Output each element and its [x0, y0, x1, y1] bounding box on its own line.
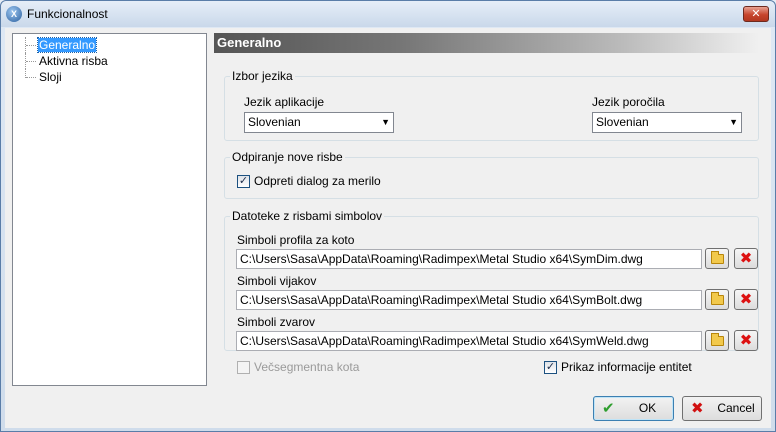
settings-panel: Generalno Izbor jezika Jezik aplikacije …	[214, 33, 765, 386]
title-bar[interactable]: X Funkcionalnost ✕	[1, 1, 775, 27]
entity-info-label: Prikaz informacije entitet	[561, 360, 692, 374]
scale-dialog-checkbox[interactable]: ✓	[237, 175, 250, 188]
ok-button[interactable]: ✔ OK	[593, 396, 674, 421]
tree-connector	[25, 69, 36, 78]
bolt-symbols-label: Simboli vijakov	[237, 274, 317, 288]
app-icon: X	[6, 6, 22, 22]
chevron-down-icon: ▼	[381, 117, 390, 127]
dim-symbols-browse-button[interactable]	[705, 248, 729, 269]
dialog-client-area: Generalno Aktivna risba Sloji Generalno …	[5, 28, 771, 428]
weld-symbols-path-input[interactable]: C:\Users\Sasa\AppData\Roaming\Radimpex\M…	[236, 331, 702, 351]
tree-item-sloji[interactable]: Sloji	[13, 69, 206, 85]
dim-symbols-path-input[interactable]: C:\Users\Sasa\AppData\Roaming\Radimpex\M…	[236, 249, 702, 269]
weld-symbols-label: Simboli zvarov	[237, 315, 316, 329]
ok-button-label: OK	[638, 401, 657, 415]
cancel-button[interactable]: ✖ Cancel	[682, 396, 762, 421]
multi-segment-label: Večsegmentna kota	[254, 360, 360, 374]
app-language-select[interactable]: Slovenian ▼	[244, 112, 394, 133]
tree-item-generalno[interactable]: Generalno	[13, 37, 206, 53]
app-language-label: Jezik aplikacije	[244, 95, 325, 109]
folder-open-icon	[711, 333, 724, 346]
group-title: Izbor jezika	[230, 69, 295, 83]
dim-symbols-delete-button[interactable]: ✖	[734, 248, 758, 269]
folder-open-icon	[711, 251, 724, 264]
multi-segment-checkbox[interactable]	[237, 361, 250, 374]
language-group: Izbor jezika Jezik aplikacije Slovenian …	[224, 69, 759, 141]
delete-icon: ✖	[739, 291, 753, 308]
weld-symbols-delete-button[interactable]: ✖	[734, 330, 758, 351]
delete-icon: ✖	[739, 332, 753, 349]
report-language-value: Slovenian	[596, 115, 649, 129]
tree-item-aktivna-risba[interactable]: Aktivna risba	[13, 53, 206, 69]
group-title: Odpiranje nove risbe	[230, 150, 345, 164]
scale-dialog-label: Odpreti dialog za merilo	[254, 174, 381, 188]
tree-item-label: Sloji	[39, 70, 62, 84]
close-button[interactable]: ✕	[743, 6, 769, 22]
tree-item-label: Generalno	[36, 37, 98, 53]
report-language-select[interactable]: Slovenian ▼	[592, 112, 742, 133]
checkmark-icon: ✔	[602, 400, 615, 417]
category-tree: Generalno Aktivna risba Sloji	[12, 33, 207, 386]
group-title: Datoteke z risbami simbolov	[230, 209, 385, 223]
entity-info-checkbox[interactable]: ✓	[544, 361, 557, 374]
panel-header: Generalno	[214, 33, 759, 53]
weld-symbols-browse-button[interactable]	[705, 330, 729, 351]
tree-connector	[25, 37, 36, 53]
symbol-files-group: Datoteke z risbami simbolov Simboli prof…	[224, 209, 759, 351]
report-language-label: Jezik poročila	[592, 95, 665, 109]
dim-symbols-label: Simboli profila za koto	[237, 233, 355, 247]
dialog-window: X Funkcionalnost ✕ Generalno Aktivna ris…	[0, 0, 776, 432]
cancel-button-label: Cancel	[717, 401, 755, 415]
open-drawing-group: Odpiranje nove risbe ✓ Odpreti dialog za…	[224, 150, 759, 199]
app-language-value: Slovenian	[248, 115, 301, 129]
delete-icon: ✖	[739, 250, 753, 267]
cancel-icon: ✖	[691, 400, 704, 417]
bolt-symbols-browse-button[interactable]	[705, 289, 729, 310]
bolt-symbols-path-input[interactable]: C:\Users\Sasa\AppData\Roaming\Radimpex\M…	[236, 290, 702, 310]
tree-connector	[25, 53, 36, 69]
window-title: Funkcionalnost	[27, 7, 108, 21]
folder-open-icon	[711, 292, 724, 305]
chevron-down-icon: ▼	[729, 117, 738, 127]
tree-item-label: Aktivna risba	[39, 54, 108, 68]
bolt-symbols-delete-button[interactable]: ✖	[734, 289, 758, 310]
